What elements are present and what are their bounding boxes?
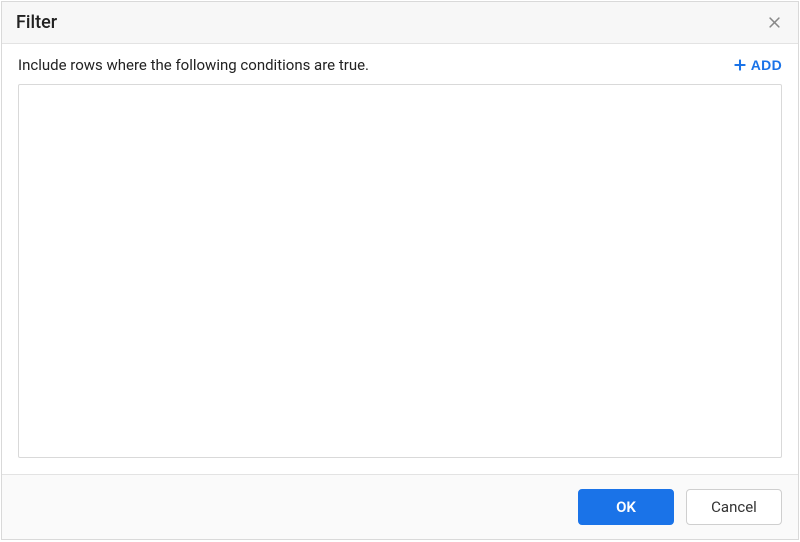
dialog-footer: OK Cancel — [2, 474, 798, 539]
dialog-title: Filter — [16, 12, 57, 33]
dialog-header: Filter — [2, 2, 798, 44]
plus-icon — [733, 58, 747, 72]
add-button[interactable]: ADD — [733, 57, 782, 73]
close-icon — [767, 15, 782, 30]
ok-button[interactable]: OK — [578, 489, 674, 525]
filter-dialog: Filter Include rows where the following … — [1, 1, 799, 540]
conditions-area[interactable] — [18, 84, 782, 458]
dialog-body: Include rows where the following conditi… — [2, 44, 798, 474]
close-button[interactable] — [765, 13, 784, 32]
add-button-label: ADD — [751, 57, 782, 73]
cancel-button[interactable]: Cancel — [686, 489, 782, 525]
conditions-description: Include rows where the following conditi… — [18, 56, 369, 74]
body-top-row: Include rows where the following conditi… — [18, 56, 782, 74]
